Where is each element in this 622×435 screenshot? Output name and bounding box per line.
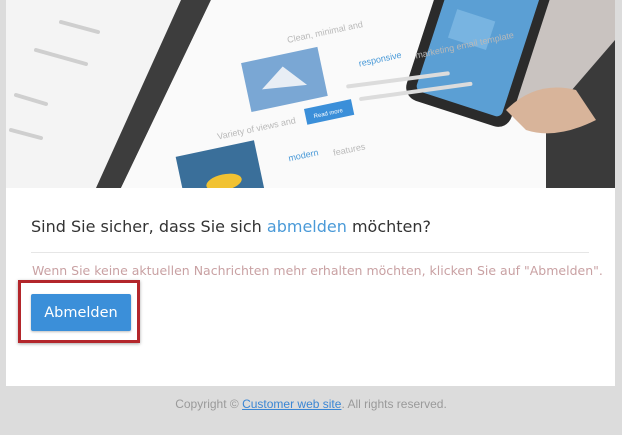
email-card: Clean, minimal and responsive marketing … bbox=[6, 0, 615, 386]
divider bbox=[31, 252, 589, 253]
hero-image: Clean, minimal and responsive marketing … bbox=[6, 0, 615, 188]
copyright-suffix: . All rights reserved. bbox=[341, 397, 447, 411]
unsubscribe-question: Sind Sie sicher, dass Sie sich abmelden … bbox=[31, 217, 431, 236]
customer-site-link[interactable]: Customer web site bbox=[242, 397, 341, 411]
unsubscribe-button[interactable]: Abmelden bbox=[31, 294, 131, 331]
question-accent-word: abmelden bbox=[266, 217, 347, 236]
copyright-prefix: Copyright © bbox=[175, 397, 243, 411]
footer: Copyright © Customer web site. All right… bbox=[0, 397, 622, 411]
hero-illustration: Clean, minimal and responsive marketing … bbox=[6, 0, 615, 188]
info-text: Wenn Sie keine aktuellen Nachrichten meh… bbox=[32, 263, 603, 278]
question-text-end: möchten? bbox=[346, 217, 432, 236]
question-text-start: Sind Sie sicher, dass Sie sich bbox=[31, 217, 267, 236]
